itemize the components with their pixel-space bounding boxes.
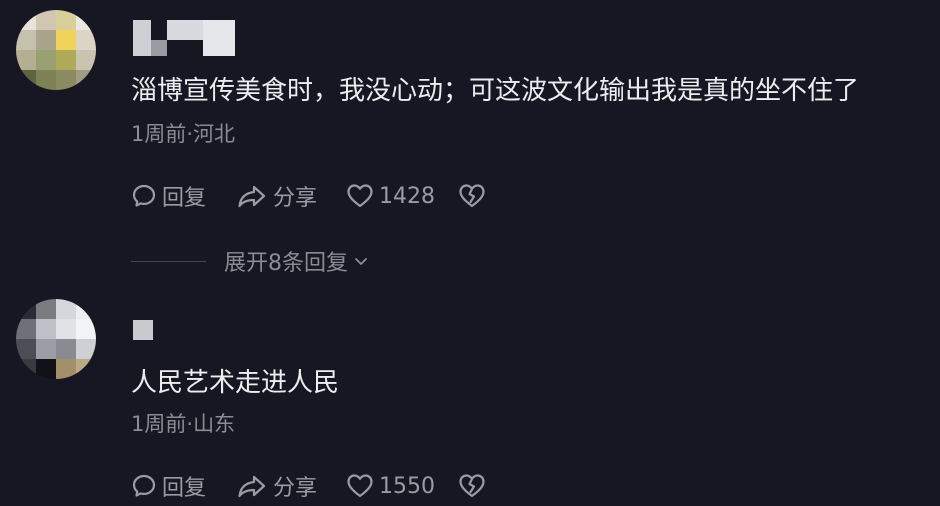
divider-line: [131, 260, 206, 262]
comment-time: 1周前: [131, 122, 187, 146]
like-count: 1550: [379, 473, 435, 499]
comment-meta: 1周前·山东: [131, 411, 235, 437]
share-label: 分享: [273, 186, 318, 211]
avatar[interactable]: [16, 10, 96, 90]
reply-label: 回复: [162, 476, 207, 501]
comment-location: 山东: [193, 412, 236, 436]
share-button[interactable]: 分享: [236, 180, 346, 212]
like-button[interactable]: 1550: [346, 473, 458, 499]
dislike-button[interactable]: [458, 473, 486, 499]
dislike-button[interactable]: [458, 183, 486, 209]
username-redacted[interactable]: [133, 20, 235, 56]
share-button[interactable]: 分享: [236, 470, 346, 502]
share-arrow-icon: [238, 185, 266, 208]
reply-label: 回复: [162, 186, 207, 211]
heart-outline-icon: [347, 474, 373, 498]
reply-button[interactable]: 回复: [131, 470, 236, 502]
heart-outline-icon: [347, 184, 373, 208]
expand-replies-label: 展开8条回复: [224, 251, 348, 276]
expand-replies-button[interactable]: 展开8条回复: [224, 245, 370, 277]
chevron-down-icon: [355, 258, 367, 265]
broken-heart-icon: [459, 474, 485, 498]
share-arrow-icon: [238, 475, 266, 498]
share-label: 分享: [273, 476, 318, 501]
speech-bubble-icon: [132, 474, 156, 497]
comment-actions: 回复 分享 1428: [131, 181, 486, 211]
comment-text: 淄博宣传美食时，我没心动；可这波文化输出我是真的坐不住了: [131, 76, 860, 106]
comment-item: 淄博宣传美食时，我没心动；可这波文化输出我是真的坐不住了 1周前·河北 回复 分…: [0, 0, 940, 290]
comment-meta: 1周前·河北: [131, 121, 235, 147]
username-redacted[interactable]: [133, 320, 153, 340]
broken-heart-icon: [459, 184, 485, 208]
like-button[interactable]: 1428: [346, 183, 458, 209]
speech-bubble-icon: [132, 184, 156, 207]
meta-separator: ·: [186, 412, 194, 436]
comment-location: 河北: [193, 122, 236, 146]
avatar[interactable]: [16, 299, 96, 379]
comment-time: 1周前: [131, 412, 187, 436]
like-count: 1428: [379, 183, 435, 209]
expand-replies: 展开8条回复: [131, 245, 370, 277]
comment-text: 人民艺术走进人民: [131, 368, 340, 398]
reply-button[interactable]: 回复: [131, 180, 236, 212]
comment-actions: 回复 分享 1550: [131, 471, 486, 501]
